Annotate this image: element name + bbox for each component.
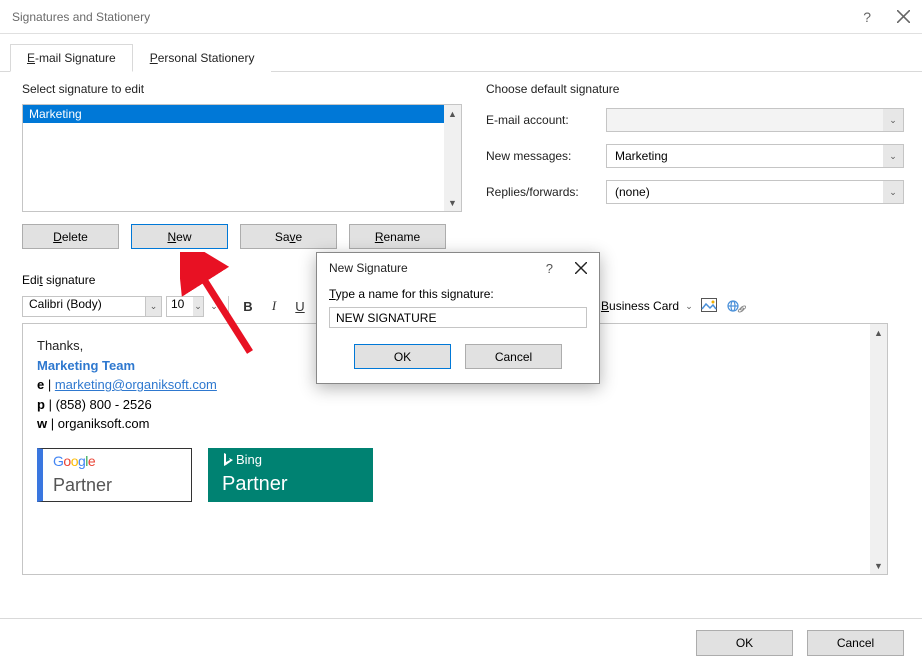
titlebar-actions: ?: [863, 9, 910, 25]
rename-button[interactable]: Rename: [349, 224, 446, 249]
hyperlink-button[interactable]: [725, 295, 747, 317]
sig-phone-line: p | (858) 800 - 2526: [37, 395, 873, 415]
new-messages-select[interactable]: Marketing ⌄: [606, 144, 904, 168]
bizcard-dropdown-icon[interactable]: ⌄: [683, 301, 695, 312]
signature-list[interactable]: Marketing ▲ ▼: [22, 104, 462, 212]
row-new-messages: New messages: Marketing ⌄: [486, 144, 904, 168]
signature-buttons: Delete New Save Rename: [22, 224, 462, 249]
row-email-account: E-mail account: ⌄: [486, 108, 904, 132]
partner-badges: Google Partner Bing Partner: [37, 448, 873, 502]
sig-web-line: w | organiksoft.com: [37, 414, 873, 434]
google-partner-badge: Google Partner: [37, 448, 192, 502]
modal-ok-button[interactable]: OK: [354, 344, 451, 369]
replies-label: Replies/forwards:: [486, 185, 596, 199]
signature-name-input[interactable]: [329, 307, 587, 328]
new-messages-value: Marketing: [615, 149, 668, 163]
new-signature-modal: New Signature ? Type a name for this sig…: [316, 252, 600, 384]
defaults-heading: Choose default signature: [486, 82, 904, 96]
chevron-down-icon: ⌄: [883, 181, 903, 203]
scroll-up-icon[interactable]: ▲: [874, 324, 883, 341]
italic-button[interactable]: I: [263, 295, 285, 317]
modal-help-icon[interactable]: ?: [546, 261, 553, 276]
save-button[interactable]: Save: [240, 224, 337, 249]
delete-button[interactable]: Delete: [22, 224, 119, 249]
chevron-down-icon: ⌄: [883, 145, 903, 167]
replies-select[interactable]: (none) ⌄: [606, 180, 904, 204]
titlebar: Signatures and Stationery ?: [0, 0, 922, 34]
size-select[interactable]: 10 ⌄: [166, 296, 204, 317]
separator: [228, 296, 229, 316]
modal-cancel-button[interactable]: Cancel: [465, 344, 562, 369]
col-right: Choose default signature E-mail account:…: [486, 82, 904, 249]
signature-list-item[interactable]: Marketing: [23, 105, 461, 123]
picture-button[interactable]: [699, 295, 721, 317]
modal-body: Type a name for this signature: OK Cance…: [317, 287, 599, 383]
content: Select signature to edit Marketing ▲ ▼ D…: [0, 72, 922, 249]
email-account-select[interactable]: ⌄: [606, 108, 904, 132]
select-signature-label: Select signature to edit: [22, 82, 462, 96]
modal-prompt: Type a name for this signature:: [329, 287, 587, 301]
tab-email-signature[interactable]: E-mail Signature: [10, 44, 133, 72]
google-partner-text: Partner: [53, 472, 191, 499]
scroll-down-icon[interactable]: ▼: [874, 557, 883, 574]
google-logo: Google: [53, 451, 191, 472]
new-messages-label: New messages:: [486, 149, 596, 163]
modal-close-icon[interactable]: [575, 262, 587, 274]
editor-scrollbar[interactable]: ▲ ▼: [870, 324, 887, 574]
size-dropdown-icon[interactable]: ⌄: [208, 301, 220, 312]
modal-titlebar: New Signature ?: [317, 253, 599, 283]
titlebar-title: Signatures and Stationery: [12, 10, 150, 24]
close-icon[interactable]: [897, 10, 910, 23]
bottom-bar: OK Cancel: [0, 618, 922, 666]
bold-button[interactable]: B: [237, 295, 259, 317]
email-account-label: E-mail account:: [486, 113, 596, 127]
tab-personal-stationery[interactable]: Personal Stationery: [133, 44, 272, 72]
chevron-down-icon: ⌄: [145, 297, 161, 316]
col-left: Select signature to edit Marketing ▲ ▼ D…: [22, 82, 462, 249]
modal-buttons: OK Cancel: [329, 344, 587, 369]
ok-button[interactable]: OK: [696, 630, 793, 656]
font-select[interactable]: Calibri (Body) ⌄: [22, 296, 162, 317]
row-replies: Replies/forwards: (none) ⌄: [486, 180, 904, 204]
scroll-down-icon[interactable]: ▼: [444, 194, 461, 211]
bing-logo: Bing: [222, 450, 373, 470]
bing-partner-badge: Bing Partner: [208, 448, 373, 502]
chevron-down-icon: ⌄: [883, 109, 903, 131]
scroll-up-icon[interactable]: ▲: [444, 105, 461, 122]
sig-email-link[interactable]: marketing@organiksoft.com: [55, 377, 217, 392]
list-scrollbar[interactable]: ▲ ▼: [444, 105, 461, 211]
bing-partner-text: Partner: [222, 469, 373, 499]
modal-title: New Signature: [329, 261, 408, 275]
new-button[interactable]: New: [131, 224, 228, 249]
underline-button[interactable]: U: [289, 295, 311, 317]
tabs: E-mail Signature Personal Stationery: [0, 34, 922, 72]
cancel-button[interactable]: Cancel: [807, 630, 904, 656]
replies-value: (none): [615, 185, 650, 199]
chevron-down-icon: ⌄: [193, 297, 203, 316]
help-icon[interactable]: ?: [863, 9, 871, 25]
